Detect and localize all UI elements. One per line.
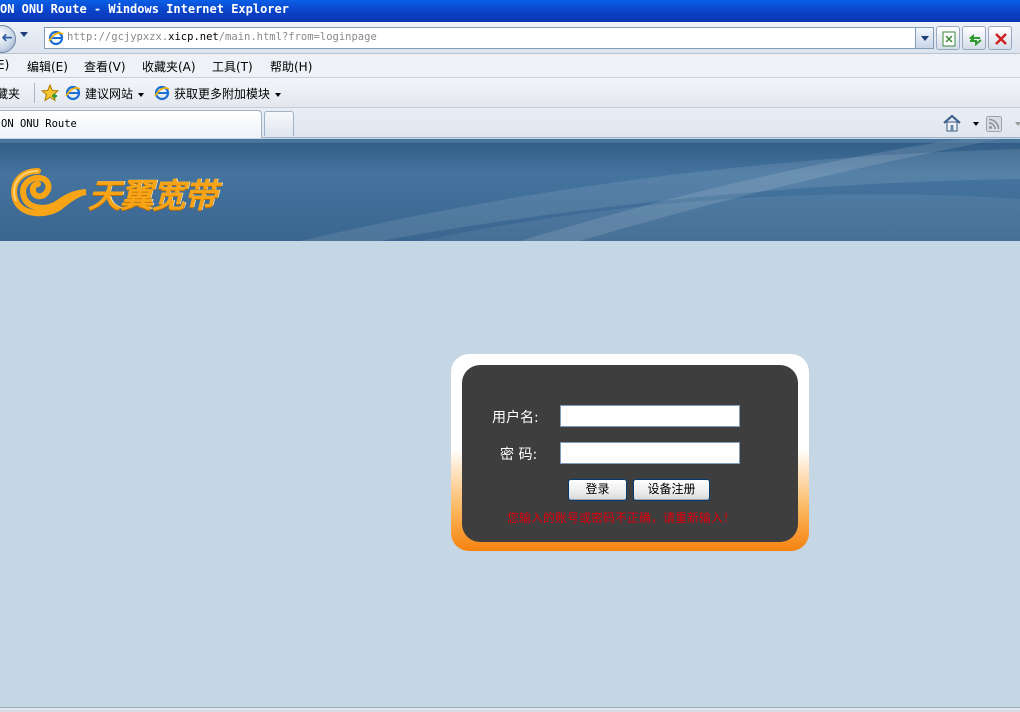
stop-icon	[995, 33, 1007, 45]
menu-view[interactable]: 查看(V)	[84, 58, 126, 75]
username-input[interactable]	[560, 405, 740, 427]
rss-dropdown-icon[interactable]	[1015, 122, 1020, 126]
favorites-bar: 藏夹 建议网站 获取更多附加模块	[0, 78, 1020, 108]
username-label: 用户名:	[492, 410, 539, 426]
login-button[interactable]: 登录	[568, 479, 627, 501]
address-field[interactable]: http://gcjypxzx.xicp.net/main.html?from=…	[44, 27, 934, 49]
device-register-button[interactable]: 设备注册	[633, 479, 710, 501]
menu-tools[interactable]: 工具(T)	[212, 58, 253, 75]
compatibility-icon	[942, 31, 956, 47]
menu-edit[interactable]: 编辑(E)	[27, 58, 68, 75]
menu-favorites[interactable]: 收藏夹(A)	[142, 58, 196, 75]
ie-page-icon	[154, 85, 170, 101]
chevron-down-icon	[275, 92, 282, 97]
login-panel: 用户名: 密 码: 登录 设备注册 您输入的账号或密码不正确，请重新输入！	[462, 365, 798, 542]
add-favorite-star-icon[interactable]	[41, 84, 59, 102]
favorites-label[interactable]: 藏夹	[0, 85, 20, 102]
brand-name: 天翼宽带	[88, 176, 217, 215]
address-dropdown-button[interactable]	[915, 28, 933, 48]
main-content: 用户名: 密 码: 登录 设备注册 您输入的账号或密码不正确，请重新输入！	[0, 241, 1020, 707]
menu-help[interactable]: 帮助(H)	[270, 58, 312, 75]
home-dropdown-icon[interactable]	[973, 122, 979, 126]
address-toolbar: http://gcjypxzx.xicp.net/main.html?from=…	[0, 22, 1020, 54]
recent-pages-dropdown-icon[interactable]	[20, 32, 28, 37]
menu-file[interactable]: E)	[0, 58, 9, 72]
login-frame: 用户名: 密 码: 登录 设备注册 您输入的账号或密码不正确，请重新输入！	[451, 354, 809, 551]
window-titlebar: ON ONU Route - Windows Internet Explorer	[0, 0, 1020, 22]
refresh-icon	[969, 34, 982, 47]
login-error-message: 您输入的账号或密码不正确，请重新输入！	[507, 511, 736, 525]
ie-page-icon	[48, 30, 64, 46]
ie-page-icon	[65, 85, 81, 101]
password-input[interactable]	[560, 442, 740, 464]
window-title: ON ONU Route - Windows Internet Explorer	[0, 2, 289, 16]
favorites-item-label: 获取更多附加模块	[174, 87, 271, 101]
stop-button[interactable]	[988, 26, 1012, 50]
tab-onu-route[interactable]: ON ONU Route	[0, 110, 262, 138]
password-label: 密 码:	[500, 447, 538, 463]
url-prefix: http://gcjypxzx.	[67, 31, 169, 43]
favorites-item-label: 建议网站	[85, 87, 134, 101]
refresh-button[interactable]	[962, 26, 986, 50]
tab-title: ON ONU Route	[1, 118, 77, 130]
chevron-down-icon	[138, 92, 145, 97]
url-domain: xicp.net	[168, 31, 219, 43]
brand-banner: 天翼宽带	[0, 139, 1020, 241]
status-bar-edge	[0, 707, 1020, 712]
new-tab-button[interactable]	[264, 111, 294, 136]
tab-bar: ON ONU Route	[0, 108, 1020, 138]
url-text: http://gcjypxzx.xicp.net/main.html?from=…	[67, 31, 377, 43]
back-button[interactable]	[0, 25, 16, 53]
url-suffix: /main.html?from=loginpage	[218, 31, 377, 43]
compatibility-view-button[interactable]	[936, 26, 960, 50]
menu-bar: E) 编辑(E) 查看(V) 收藏夹(A) 工具(T) 帮助(H)	[0, 54, 1020, 78]
home-icon[interactable]	[942, 113, 962, 133]
rss-feed-icon[interactable]	[986, 116, 1002, 132]
tianyi-logo-icon	[11, 168, 87, 217]
favorites-separator	[34, 83, 35, 103]
